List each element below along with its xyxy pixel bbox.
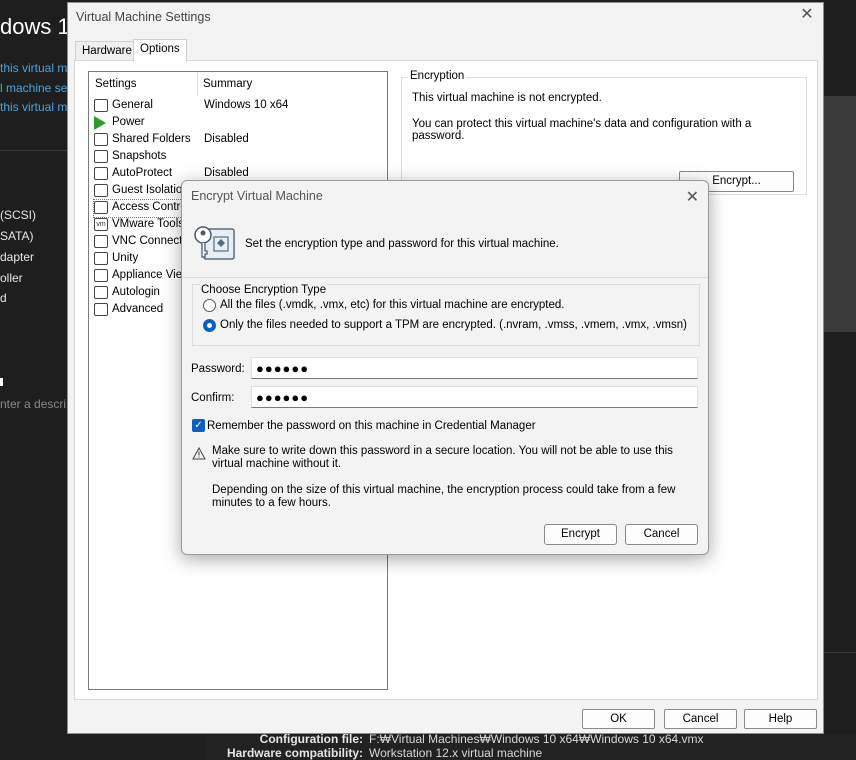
encrypt-dialog: Encrypt Virtual Machine ✕ Set the encryp… xyxy=(181,180,709,555)
hardware-compat-label: Hardware compatibility: xyxy=(226,746,363,760)
summary-column-header[interactable]: Summary xyxy=(203,78,252,90)
encryption-type-group: Choose Encryption Type All the files (.v… xyxy=(192,284,700,346)
settings-item-label: Power xyxy=(112,116,145,128)
column-divider xyxy=(197,72,198,96)
password-label: Password: xyxy=(191,363,245,375)
config-file-label: Configuration file: xyxy=(259,732,363,746)
remember-password-label[interactable]: Remember the password on this machine in… xyxy=(207,420,536,432)
background-device-item[interactable]: d xyxy=(0,291,7,305)
encryption-status: This virtual machine is not encrypted. xyxy=(412,92,602,104)
general-icon xyxy=(94,99,108,112)
tab-options[interactable]: Options xyxy=(133,39,187,62)
background-device-item[interactable]: SATA) xyxy=(0,229,34,243)
settings-item-summary: Disabled xyxy=(204,133,249,145)
cancel-button[interactable]: Cancel xyxy=(625,524,698,545)
window-title: Virtual Machine Settings xyxy=(76,10,211,24)
tab-hardware[interactable]: Hardware xyxy=(75,41,139,62)
password-field[interactable]: ●●●●●● xyxy=(251,357,698,379)
snapshots-icon xyxy=(94,150,108,163)
encrypt-button[interactable]: Encrypt xyxy=(544,524,617,545)
lock-icon xyxy=(94,184,108,197)
settings-item-label: Autologin xyxy=(112,286,160,298)
settings-item-shared-folders[interactable]: Shared Folders Disabled xyxy=(94,132,384,149)
settings-item-general[interactable]: General Windows 10 x64 xyxy=(94,98,384,115)
background-divider xyxy=(0,150,68,151)
background-description-input[interactable]: nter a descri xyxy=(0,397,66,411)
radio-button-tpm-files[interactable] xyxy=(203,319,216,332)
close-icon[interactable]: ✕ xyxy=(686,187,699,207)
settings-item-label: VMware Tools xyxy=(112,218,185,230)
confirm-password-field[interactable]: ●●●●●● xyxy=(251,386,698,408)
encryption-hint: You can protect this virtual machine's d… xyxy=(412,118,752,142)
autologin-icon xyxy=(94,286,108,299)
encryption-legend: Encryption xyxy=(408,70,467,82)
appliance-view-icon xyxy=(94,269,108,282)
background-divider xyxy=(824,652,856,653)
vmware-tools-icon: vm xyxy=(94,218,108,231)
hardware-compat-value: Workstation 12.x virtual machine xyxy=(369,746,543,760)
settings-item-power[interactable]: Power xyxy=(94,115,384,132)
radio-button-all-files[interactable] xyxy=(203,299,216,312)
autoprotect-icon xyxy=(94,167,108,180)
remember-password-checkbox[interactable]: ✓ xyxy=(192,419,205,432)
background-device-item[interactable]: dapter xyxy=(0,250,34,264)
settings-item-label: Appliance View xyxy=(112,269,191,281)
dialog-title: Encrypt Virtual Machine xyxy=(191,189,323,203)
settings-item-label: Guest Isolation xyxy=(112,184,189,196)
encrypt-key-icon xyxy=(194,226,235,260)
background-link-power-on[interactable]: this virtual m xyxy=(0,61,67,75)
ok-button[interactable]: OK xyxy=(582,709,655,729)
advanced-icon xyxy=(94,303,108,316)
vnc-icon xyxy=(94,235,108,248)
radio-label-all-files: All the files (.vmdk, .vmx, etc) for thi… xyxy=(220,299,565,311)
unity-icon xyxy=(94,252,108,265)
dialog-header-text: Set the encryption type and password for… xyxy=(245,238,559,250)
settings-item-label: Access Control xyxy=(112,201,190,213)
background-description-heading xyxy=(0,378,3,386)
radio-label-tpm-files: Only the files needed to support a TPM a… xyxy=(220,319,687,331)
settings-item-label: Advanced xyxy=(112,303,164,315)
warning-text: Make sure to write down this password in… xyxy=(212,445,673,470)
settings-item-snapshots[interactable]: Snapshots xyxy=(94,149,384,166)
settings-item-summary: Windows 10 x64 xyxy=(204,99,289,111)
shared-folders-icon xyxy=(94,133,108,146)
access-control-icon xyxy=(94,201,108,214)
encryption-type-legend: Choose Encryption Type xyxy=(200,284,328,296)
confirm-label: Confirm: xyxy=(191,392,235,404)
close-icon[interactable]: ✕ xyxy=(799,7,815,23)
config-file-value: F:₩Virtual Machines₩Windows 10 x64₩Windo… xyxy=(369,732,704,746)
cancel-button[interactable]: Cancel xyxy=(664,709,737,729)
warning-icon xyxy=(192,447,206,460)
settings-item-label: General xyxy=(112,99,153,111)
settings-item-label: Unity xyxy=(112,252,139,264)
help-button[interactable]: Help xyxy=(744,709,817,729)
background-link-upgrade[interactable]: this virtual m xyxy=(0,100,67,114)
duration-note-text: Depending on the size of this virtual ma… xyxy=(212,484,676,509)
background-link-edit-settings[interactable]: l machine se xyxy=(0,81,67,95)
settings-item-label: AutoProtect xyxy=(112,167,173,179)
settings-column-header[interactable]: Settings xyxy=(95,78,137,90)
background-device-item[interactable]: oller xyxy=(0,271,23,285)
settings-item-summary: Disabled xyxy=(204,167,249,179)
background-preview-panel xyxy=(824,96,856,332)
background-device-item[interactable]: (SCSI) xyxy=(0,208,36,222)
power-play-icon xyxy=(94,116,106,130)
settings-item-label: Shared Folders xyxy=(112,133,191,145)
dialog-divider xyxy=(182,277,708,278)
settings-item-label: Snapshots xyxy=(112,150,167,162)
encryption-group: Encryption This virtual machine is not e… xyxy=(401,70,807,195)
